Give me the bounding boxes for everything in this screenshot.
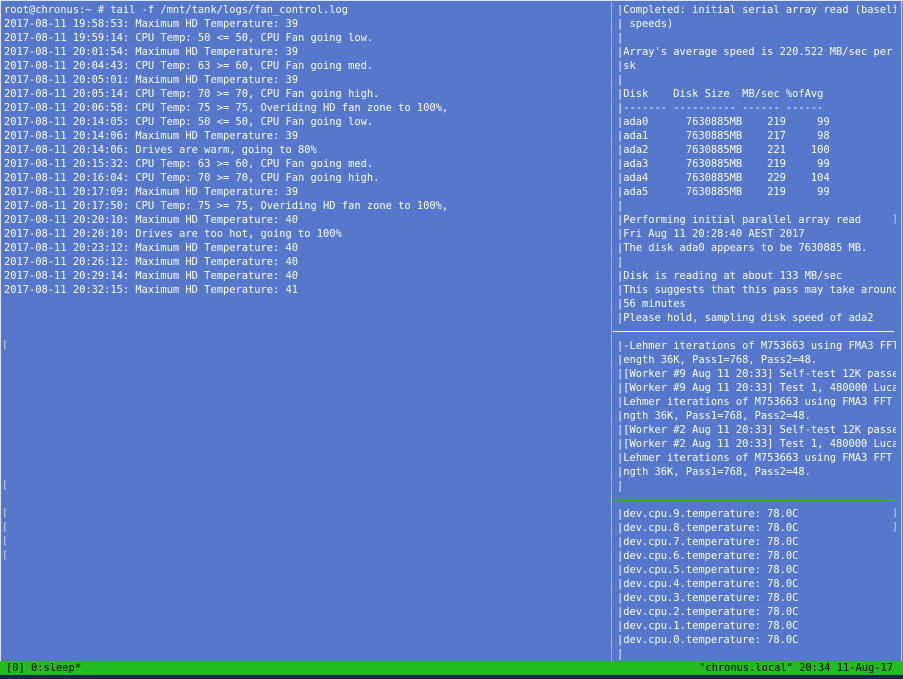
bottom-strip — [0, 675, 903, 679]
window-border-top — [0, 0, 903, 1]
terminal-line: |dev.cpu.2.temperature: 78.0C — [617, 606, 799, 618]
terminal-line: |ada4 7630885MB 229 104 — [617, 172, 830, 184]
terminal-line: |ength 36K, Pass1=768, Pass2=48. — [617, 354, 818, 366]
terminal-line: 2017-08-11 20:16:04: CPU Temp: 70 >= 70,… — [4, 172, 380, 184]
terminal-line: | — [617, 480, 624, 492]
fan-control-log-pane[interactable]: root@chronus:~ # tail -f /mnt/tank/logs/… — [0, 3, 610, 664]
terminal-line: 2017-08-11 19:58:53: Maximum HD Temperat… — [4, 18, 299, 30]
terminal-line: 2017-08-11 20:01:54: Maximum HD Temperat… — [4, 46, 299, 58]
terminal-line: |Performing initial parallel array read — [617, 214, 861, 226]
terminal-line: |dev.cpu.6.temperature: 78.0C — [617, 550, 799, 562]
pane-edge-marker: [ — [2, 536, 9, 547]
terminal-line: 2017-08-11 20:20:10: Maximum HD Temperat… — [4, 214, 299, 226]
terminal-line: 2017-08-11 20:26:12: Maximum HD Temperat… — [4, 256, 299, 268]
pane-edge-marker: [ — [2, 508, 9, 519]
terminal-line: 2017-08-11 20:14:05: CPU Temp: 50 <= 50,… — [4, 116, 374, 128]
terminal-line: 2017-08-11 20:17:09: Maximum HD Temperat… — [4, 186, 299, 198]
terminal-line: root@chronus:~ # tail -f /mnt/tank/logs/… — [4, 4, 349, 16]
terminal-line: |The disk ada0 appears to be 7630885 MB. — [617, 242, 868, 254]
terminal-line: 2017-08-11 20:14:06: Drives are warm, go… — [4, 144, 317, 156]
terminal-line: 2017-08-11 20:05:01: Maximum HD Temperat… — [4, 74, 299, 86]
terminal-line: | speeds) — [617, 18, 674, 30]
terminal-line: |Array's average speed is 220.522 MB/sec… — [617, 46, 896, 58]
terminal-line: |[Worker #2 Aug 11 20:33] Self-test 12K … — [617, 424, 896, 436]
terminal-line: 2017-08-11 20:05:14: CPU Temp: 70 >= 70,… — [4, 88, 380, 100]
terminal-line: 2017-08-11 20:32:15: Maximum HD Temperat… — [4, 284, 299, 296]
terminal-line: | — [617, 648, 624, 660]
terminal-line: |ngth 36K, Pass1=768, Pass2=48. — [617, 466, 811, 478]
terminal-line: 2017-08-11 20:04:43: CPU Temp: 63 >= 60,… — [4, 60, 374, 72]
terminal-line: |-Lehmer iterations of M753663 using FMA… — [617, 340, 896, 352]
pane-edge-marker: [ — [2, 340, 9, 351]
pane-edge-marker: ] — [892, 4, 899, 15]
terminal-line: |dev.cpu.5.temperature: 78.0C — [617, 564, 799, 576]
pane-edge-marker: [ — [2, 522, 9, 533]
terminal-line: |[Worker #9 Aug 11 20:33] Test 1, 480000… — [617, 382, 896, 394]
terminal-line: |dev.cpu.7.temperature: 78.0C — [617, 536, 799, 548]
terminal-line: 2017-08-11 20:15:32: CPU Temp: 63 >= 60,… — [4, 158, 374, 170]
terminal-line: |------- ---------- ------ ------ — [617, 102, 824, 114]
terminal-line: |ada5 7630885MB 219 99 — [617, 186, 830, 198]
terminal-line: | — [617, 256, 624, 268]
active-pane-divider[interactable] — [613, 500, 894, 501]
pane-divider-horizontal[interactable] — [613, 331, 894, 332]
host-clock: "chronus.local" 20:34 11-Aug-17 — [699, 662, 893, 674]
terminal-line: 2017-08-11 20:29:14: Maximum HD Temperat… — [4, 270, 299, 282]
terminal-line: |dev.cpu.0.temperature: 78.0C — [617, 634, 799, 646]
terminal-line: |56 minutes — [617, 298, 686, 310]
terminal-line: |ada3 7630885MB 219 99 — [617, 158, 830, 170]
terminal-line: | — [617, 200, 624, 212]
pane-edge-marker: [ — [2, 550, 9, 561]
terminal-line: |Disk Disk Size MB/sec %ofAvg — [617, 88, 824, 100]
terminal-line: |Lehmer iterations of M753663 using FMA3… — [617, 452, 896, 464]
terminal-line: |dev.cpu.4.temperature: 78.0C — [617, 578, 799, 590]
terminal-line: | — [617, 32, 624, 44]
terminal-line: |ada0 7630885MB 219 99 — [617, 116, 830, 128]
terminal-line: |dev.cpu.1.temperature: 78.0C — [617, 620, 799, 632]
terminal-line: |dev.cpu.8.temperature: 78.0C — [617, 522, 799, 534]
terminal-line: 2017-08-11 20:23:12: Maximum HD Temperat… — [4, 242, 299, 254]
terminal-line: |Completed: initial serial array read (b… — [617, 4, 896, 16]
tmux-status-bar: [0] 0:sleep* "chronus.local" 20:34 11-Au… — [0, 661, 903, 675]
pane-edge-marker: ] — [892, 214, 899, 225]
terminal-line: |dev.cpu.9.temperature: 78.0C — [617, 508, 799, 520]
terminal-line: 2017-08-11 19:59:14: CPU Temp: 50 <= 50,… — [4, 32, 374, 44]
terminal-line: |Disk is reading at about 133 MB/sec — [617, 270, 843, 282]
terminal-line: |ada1 7630885MB 217 98 — [617, 130, 830, 142]
terminal-line: 2017-08-11 20:17:50: CPU Temp: 75 >= 75,… — [4, 200, 449, 212]
terminal-line: |Lehmer iterations of M753663 using FMA3… — [617, 396, 896, 408]
terminal-line: |ada2 7630885MB 221 100 — [617, 144, 830, 156]
terminal-line: |ngth 36K, Pass1=768, Pass2=48. — [617, 410, 811, 422]
terminal-line: |Fri Aug 11 20:28:40 AEST 2017 — [617, 228, 805, 240]
terminal-line: |Please hold, sampling disk speed of ada… — [617, 312, 874, 324]
terminal-line: |dev.cpu.3.temperature: 78.0C — [617, 592, 799, 604]
cpu-temperature-pane[interactable]: |dev.cpu.9.temperature: 78.0C |dev.cpu.8.… — [613, 507, 896, 661]
terminal-line: 2017-08-11 20:14:06: Maximum HD Temperat… — [4, 130, 299, 142]
terminal-line: |sk — [617, 60, 636, 72]
terminal-line: 2017-08-11 20:06:58: CPU Temp: 75 >= 75,… — [4, 102, 449, 114]
pane-divider-vertical[interactable] — [611, 0, 612, 661]
terminal-line: 2017-08-11 20:20:10: Drives are too hot,… — [4, 228, 342, 240]
disk-speed-pane[interactable]: |Completed: initial serial array read (b… — [613, 3, 896, 330]
mprime-worker-pane[interactable]: |-Lehmer iterations of M753663 using FMA… — [613, 339, 896, 497]
terminal-line: |This suggests that this pass may take a… — [617, 284, 896, 296]
pane-edge-marker: [ — [2, 480, 9, 491]
pane-edge-marker: ] — [892, 522, 899, 533]
terminal-line: | — [617, 74, 624, 86]
terminal-line: |[Worker #9 Aug 11 20:33] Self-test 12K … — [617, 368, 896, 380]
terminal-line: |[Worker #2 Aug 11 20:33] Test 1, 480000… — [617, 438, 896, 450]
pane-edge-marker: ] — [892, 508, 899, 519]
window-list[interactable]: [0] 0:sleep* — [6, 661, 81, 675]
window-border-right — [901, 0, 902, 661]
